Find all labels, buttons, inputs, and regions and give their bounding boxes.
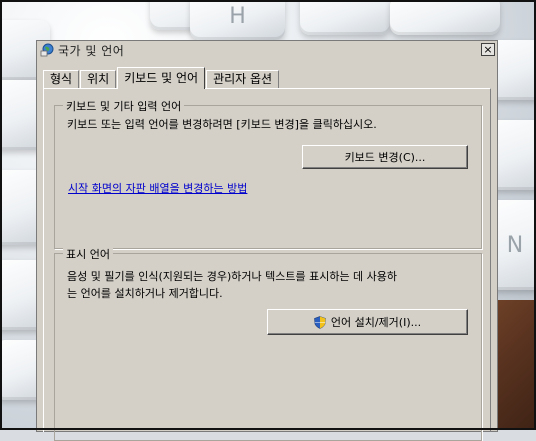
close-button[interactable]: × xyxy=(481,43,495,56)
display-language-group: 표시 언어 음성 및 필기를 인식(지원되는 경우)하거나 텍스트를 표시하는 … xyxy=(54,246,482,441)
tab-bar: 형식 위치 키보드 및 언어 관리자 옵션 xyxy=(43,67,280,89)
display-description-line2: 는 언어를 설치하거나 제거합니다. xyxy=(67,287,223,300)
keyboard-key xyxy=(390,0,500,35)
region-language-dialog: 국가 및 언어 × 형식 위치 키보드 및 언어 관리자 옵션 키보드 및 기타… xyxy=(36,40,498,441)
change-keyboards-label: 키보드 변경(C)... xyxy=(344,151,426,164)
install-uninstall-label: 언어 설치/제거(I)... xyxy=(330,316,422,329)
tab-format[interactable]: 형식 xyxy=(43,70,80,88)
keyboard-layout-help-link[interactable]: 시작 화면의 자판 배열을 변경하는 방법 xyxy=(68,180,247,196)
keyboard-description: 키보드 또는 입력 언어를 변경하려면 [키보드 변경]을 클릭하십시오. xyxy=(67,118,377,131)
change-keyboards-button[interactable]: 키보드 변경(C)... xyxy=(302,145,468,169)
uac-shield-icon xyxy=(314,315,326,329)
tab-panel: 키보드 및 기타 입력 언어 키보드 또는 입력 언어를 변경하려면 [키보드 … xyxy=(43,88,491,441)
keyboard-key-h: H xyxy=(190,0,285,40)
install-uninstall-languages-button[interactable]: 언어 설치/제거(I)... xyxy=(267,309,468,335)
keyboard-key xyxy=(300,0,390,35)
window-title: 국가 및 언어 xyxy=(58,43,125,58)
globe-icon xyxy=(40,43,54,57)
tab-keyboards-and-languages[interactable]: 키보드 및 언어 xyxy=(117,67,206,89)
display-group-title: 표시 언어 xyxy=(63,246,113,262)
tab-administrative[interactable]: 관리자 옵션 xyxy=(206,70,280,88)
display-description-line1: 음성 및 필기를 인식(지원되는 경우)하거나 텍스트를 표시하는 데 사용하 xyxy=(67,270,398,283)
title-bar: 국가 및 언어 × xyxy=(37,41,497,59)
close-icon: × xyxy=(483,43,493,56)
tab-location[interactable]: 위치 xyxy=(80,70,117,88)
keyboard-group-title: 키보드 및 기타 입력 언어 xyxy=(63,98,185,114)
keyboard-input-group: 키보드 및 기타 입력 언어 키보드 또는 입력 언어를 변경하려면 [키보드 … xyxy=(54,98,482,249)
